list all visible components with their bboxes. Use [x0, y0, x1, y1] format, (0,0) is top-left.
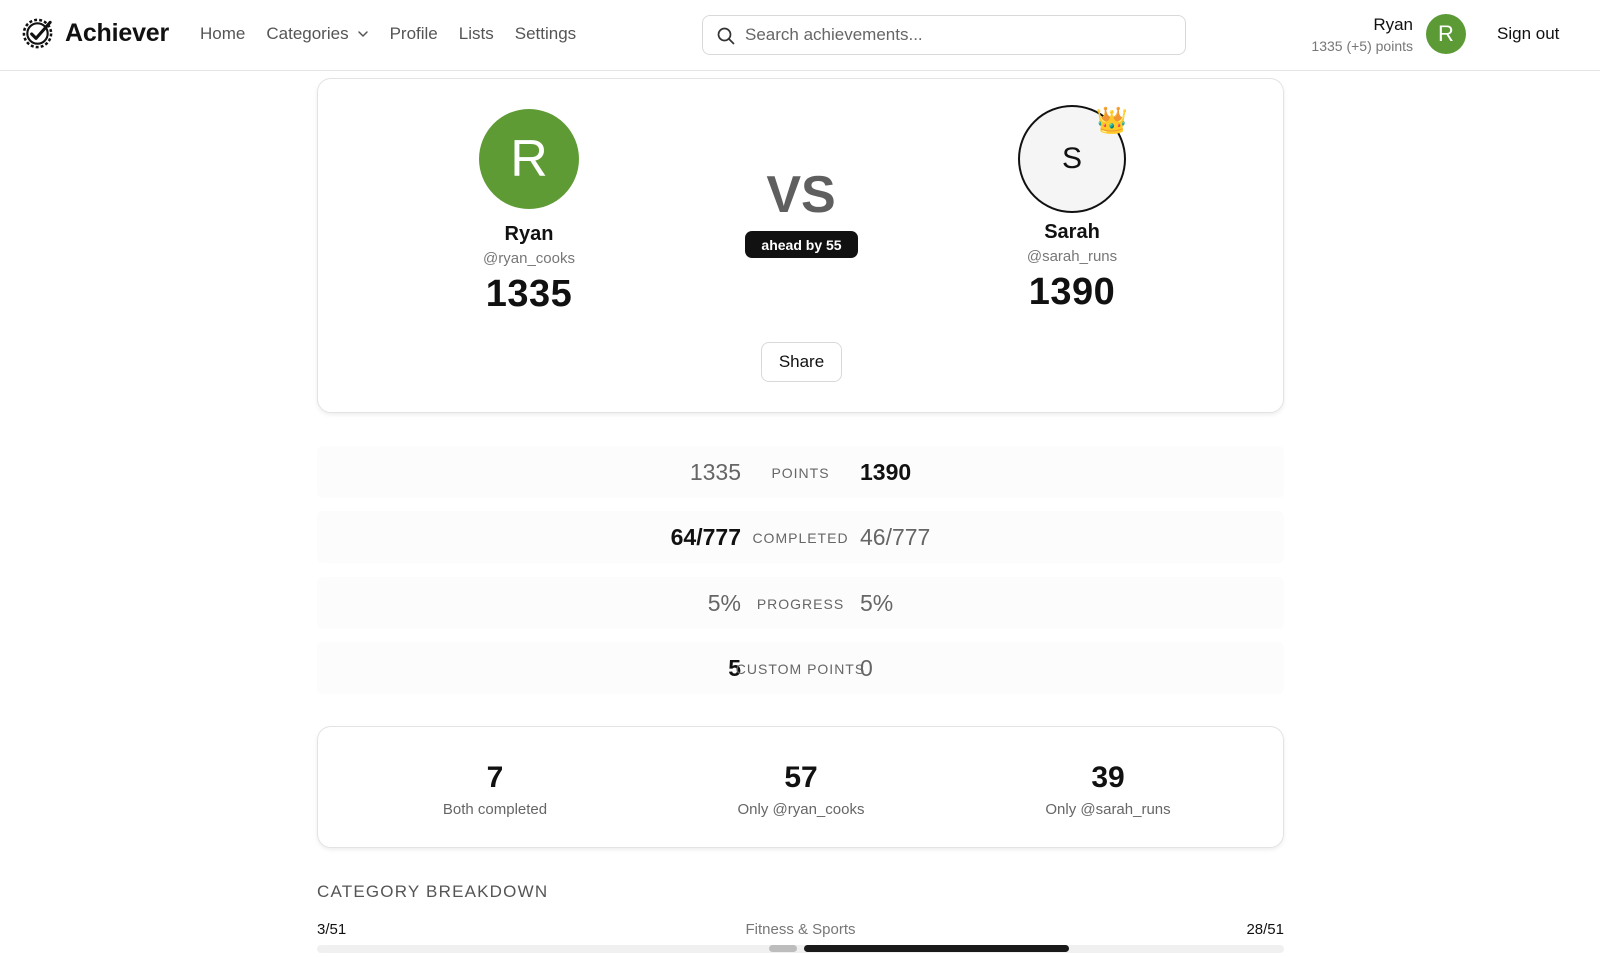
category-breakdown-heading: CATEGORY BREAKDOWN: [317, 882, 549, 901]
stat-row-points: 1335 POINTS 1390: [317, 446, 1284, 498]
search-input[interactable]: [745, 16, 1175, 54]
brand-name: Achiever: [65, 19, 170, 47]
stat-row-custom-points: 5 CUSTOM POINTS 0: [317, 642, 1284, 694]
player-left-score: 1335: [485, 273, 573, 315]
main-nav: Home Categories Profile Lists Settings: [200, 24, 597, 44]
stat-label: PROGRESS: [756, 596, 845, 612]
top-navigation-bar: Achiever Home Categories Profile Lists S…: [0, 0, 1600, 71]
player-right: S 👑 Sarah @sarah_runs 1390: [942, 79, 1202, 314]
versus-card: R Ryan @ryan_cooks 1335 VS ahead by 55 S…: [317, 78, 1284, 413]
player-right-handle[interactable]: @sarah_runs: [942, 248, 1202, 265]
stat-right-value: 1390: [860, 459, 912, 485]
stat-label: CUSTOM POINTS: [735, 661, 866, 677]
overlap-summary-card: 7 Both completed 57 Only @ryan_cooks 39 …: [317, 726, 1284, 848]
player-right-name: Sarah: [1044, 221, 1100, 243]
crown-icon: 👑: [1095, 105, 1128, 135]
stat-row-completed: 64/777 COMPLETED 46/777: [317, 511, 1284, 563]
stat-right-value: 46/777: [860, 524, 931, 550]
nav-lists[interactable]: Lists: [459, 24, 494, 44]
user-summary: Ryan 1335 (+5) points: [1311, 14, 1413, 56]
overlap-value: 57: [784, 761, 818, 794]
category-progress-track: [317, 945, 1284, 953]
category-left-bar: [769, 945, 798, 952]
stat-right-value: 0: [860, 655, 873, 681]
overlap-value: 39: [1091, 761, 1125, 794]
stat-label: POINTS: [771, 465, 830, 481]
overlap-value: 7: [486, 761, 504, 794]
overlap-both: 7 Both completed: [345, 761, 645, 818]
player-left-name: Ryan: [504, 223, 554, 245]
overlap-label: Only @sarah_runs: [1045, 801, 1171, 818]
player-left-avatar: R: [479, 109, 579, 209]
overlap-label: Only @ryan_cooks: [737, 801, 865, 818]
player-right-avatar: S 👑: [1018, 105, 1128, 213]
stat-label: COMPLETED: [752, 530, 849, 546]
category-name: Fitness & Sports: [745, 921, 856, 938]
share-button[interactable]: Share: [761, 342, 842, 382]
nav-home[interactable]: Home: [200, 24, 245, 44]
stat-row-progress: 5% PROGRESS 5%: [317, 577, 1284, 629]
overlap-only-left: 57 Only @ryan_cooks: [651, 761, 951, 818]
chevron-down-icon: [357, 31, 368, 37]
category-row[interactable]: 3/51 Fitness & Sports 28/51: [317, 920, 1284, 957]
nav-profile[interactable]: Profile: [390, 24, 438, 44]
category-right-bar: [803, 945, 1069, 952]
player-left: R Ryan @ryan_cooks 1335: [399, 79, 659, 316]
nav-categories[interactable]: Categories: [266, 24, 368, 44]
category-right-count: 28/51: [1246, 921, 1284, 938]
overlap-only-right: 39 Only @sarah_runs: [958, 761, 1258, 818]
sign-out-button[interactable]: Sign out: [1497, 24, 1559, 44]
overlap-label: Both completed: [442, 801, 548, 818]
player-right-initial: S: [1061, 142, 1082, 175]
user-points: 1335 (+5) points: [1311, 38, 1413, 54]
user-avatar[interactable]: R: [1426, 14, 1466, 54]
search-box: [702, 15, 1186, 55]
user-name: Ryan: [1373, 15, 1413, 34]
nav-categories-label: Categories: [266, 24, 349, 43]
stat-right-value: 5%: [860, 590, 894, 616]
brand-logo[interactable]: Achiever: [21, 17, 169, 50]
search-icon: [717, 27, 735, 45]
ahead-badge: ahead by 55: [745, 231, 858, 258]
player-left-handle[interactable]: @ryan_cooks: [399, 250, 659, 267]
checkmark-badge-icon: [22, 18, 53, 49]
player-right-score: 1390: [1028, 271, 1116, 313]
nav-settings[interactable]: Settings: [515, 24, 576, 44]
vs-label: VS: [766, 166, 836, 224]
